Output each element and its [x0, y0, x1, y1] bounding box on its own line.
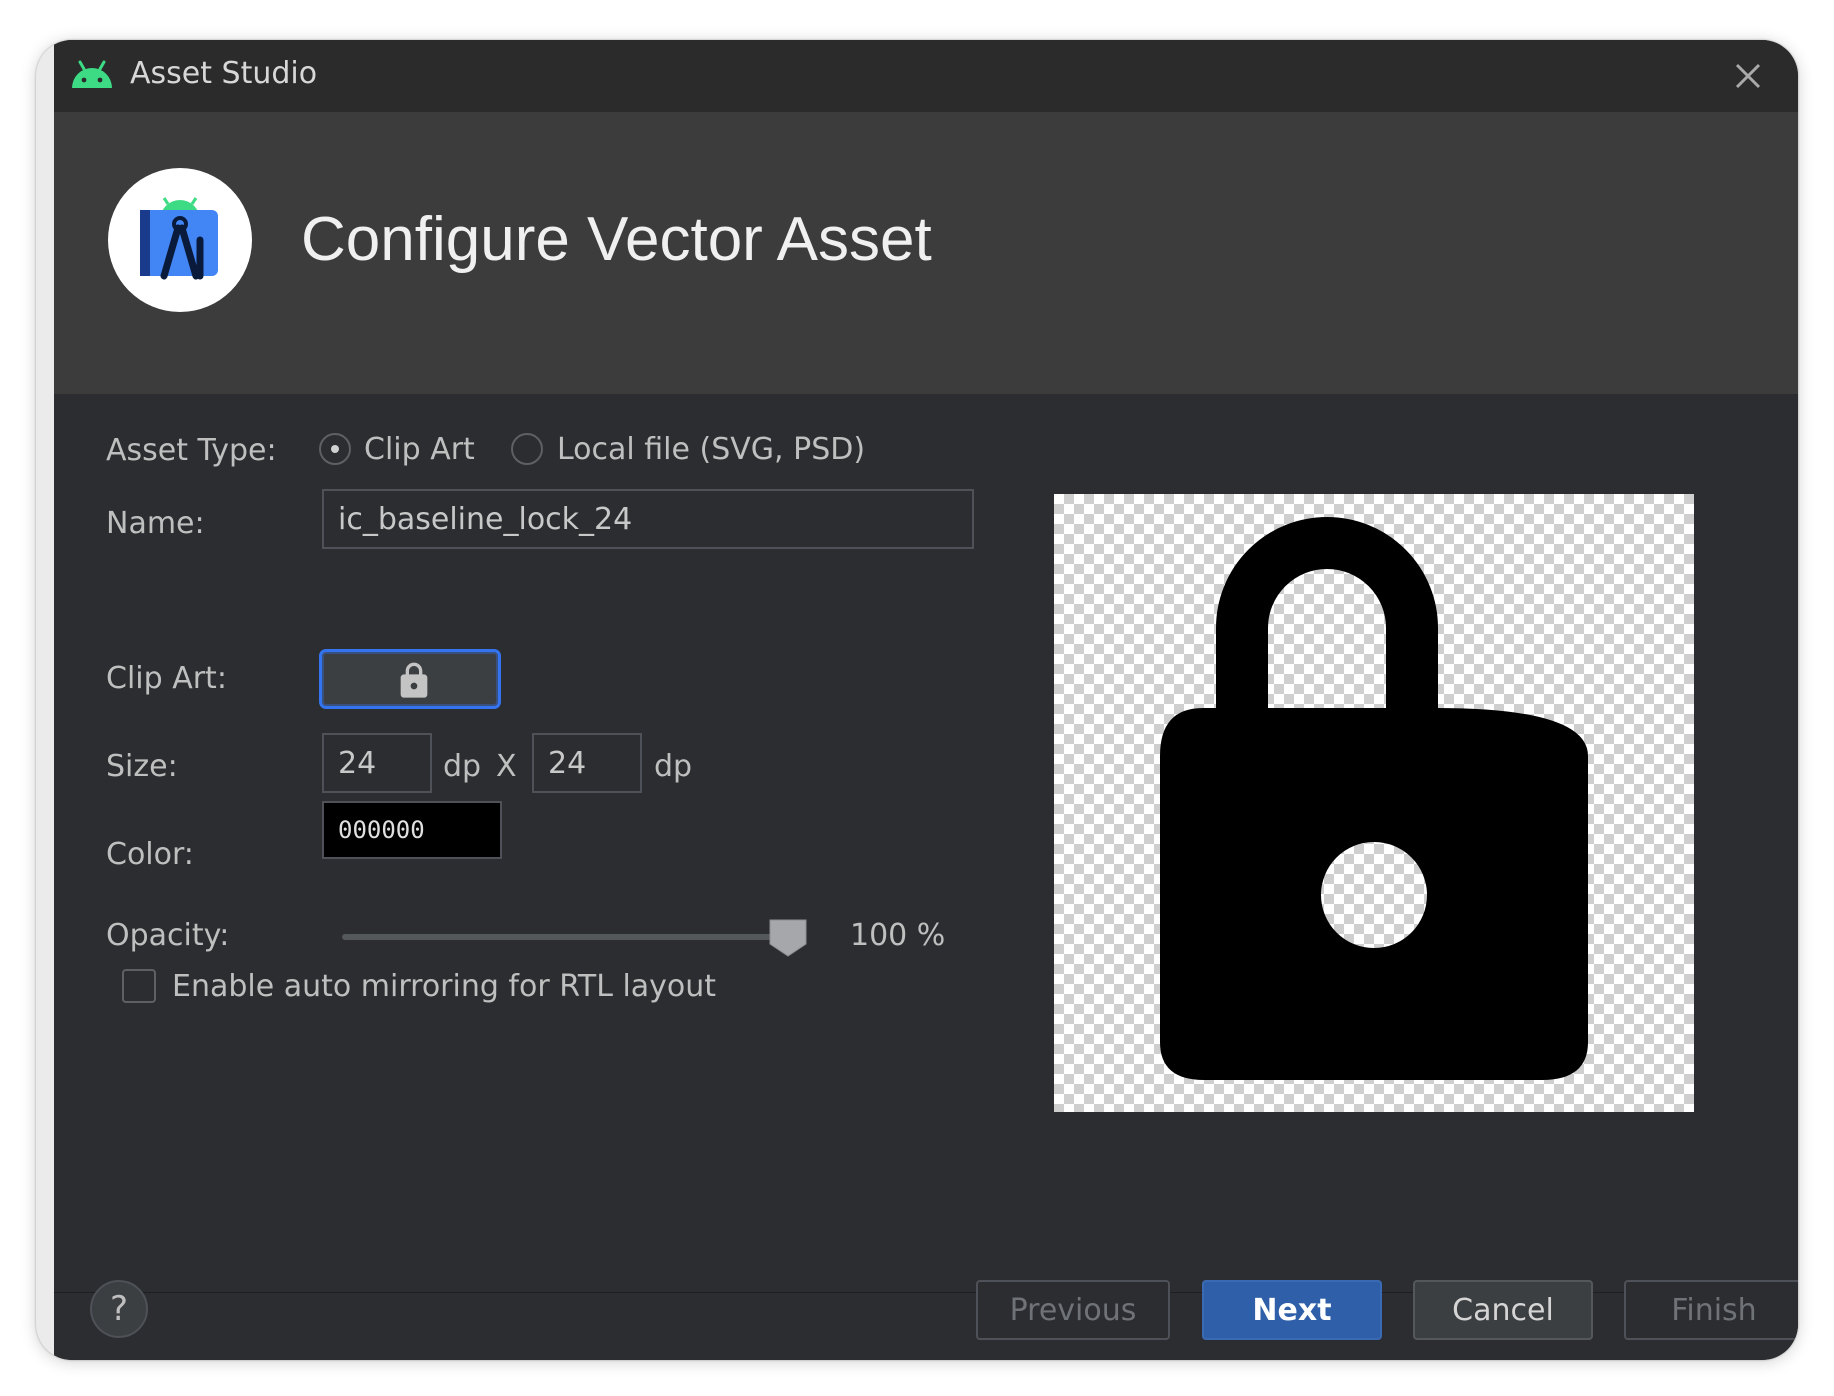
previous-button[interactable]: Previous [976, 1280, 1170, 1340]
auto-mirroring-checkbox[interactable] [122, 969, 156, 1003]
finish-button[interactable]: Finish [1624, 1280, 1798, 1340]
next-button[interactable]: Next [1202, 1280, 1382, 1340]
opacity-slider-track[interactable] [342, 934, 792, 940]
local-file-radio-label[interactable]: Local file (SVG, PSD) [557, 432, 865, 467]
asset-type-label: Asset Type: [106, 433, 277, 468]
color-label: Color: [106, 837, 194, 872]
clip-art-radio[interactable] [319, 433, 351, 465]
asset-studio-window: Asset Studio Configure Vector Asset Asse… [36, 40, 1798, 1360]
name-input[interactable]: ic_baseline_lock_24 [322, 489, 974, 549]
help-button[interactable]: ? [90, 1280, 148, 1338]
clip-art-radio-label[interactable]: Clip Art [364, 432, 475, 467]
width-input[interactable]: 24 [322, 733, 432, 793]
android-icon [72, 60, 112, 88]
height-input[interactable]: 24 [532, 733, 642, 793]
width-unit: dp [443, 749, 482, 784]
auto-mirroring-label[interactable]: Enable auto mirroring for RTL layout [172, 969, 716, 1004]
close-icon[interactable] [1732, 60, 1764, 92]
title-bar: Asset Studio [54, 40, 1798, 112]
lock-icon [400, 662, 428, 698]
local-file-radio[interactable] [511, 433, 543, 465]
wizard-header: Configure Vector Asset [54, 112, 1798, 394]
clip-art-label: Clip Art: [106, 661, 227, 696]
height-unit: dp [654, 749, 693, 784]
window-title: Asset Studio [130, 56, 318, 91]
opacity-value: 100 % [850, 918, 946, 953]
android-studio-icon [140, 197, 218, 280]
page-title: Configure Vector Asset [301, 205, 932, 274]
icon-preview [1054, 494, 1694, 1112]
color-input[interactable]: 000000 [322, 801, 502, 859]
name-label: Name: [106, 506, 205, 541]
opacity-slider-thumb[interactable] [768, 918, 808, 958]
dialog: Asset Studio Configure Vector Asset Asse… [54, 40, 1798, 1360]
lock-icon [1160, 517, 1588, 1080]
size-separator: X [496, 749, 517, 784]
form-area: Asset Type: Clip Art Local file (SVG, PS… [54, 394, 1798, 1292]
opacity-label: Opacity: [106, 918, 230, 953]
android-studio-logo [108, 168, 252, 312]
size-label: Size: [106, 749, 178, 784]
clip-art-button[interactable] [319, 649, 501, 709]
cancel-button[interactable]: Cancel [1413, 1280, 1593, 1340]
